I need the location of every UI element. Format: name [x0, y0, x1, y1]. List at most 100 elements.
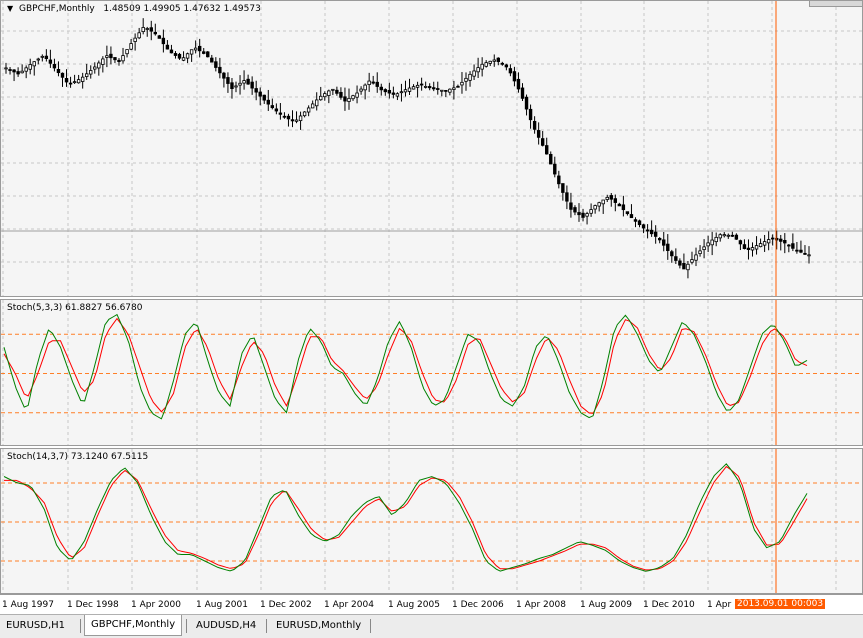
candle-body	[310, 103, 315, 109]
price-pane-header: ▼ GBPCHF,Monthly 1.48509 1.49905 1.47632…	[7, 4, 261, 14]
candle-body	[270, 105, 275, 109]
candle-body	[250, 81, 254, 89]
candle-body	[476, 67, 480, 73]
candle-body	[637, 220, 642, 226]
candle-body	[20, 70, 24, 74]
stoch2-indicator-pane[interactable]: Stoch(14,3,7) 73.1240 67.5115	[0, 448, 863, 594]
candle-body	[274, 108, 279, 112]
time-tick: 1 Apr 2008	[516, 600, 566, 610]
candle-body	[80, 76, 85, 82]
candle-body	[214, 61, 218, 68]
candle-body	[557, 175, 561, 185]
candle-body	[609, 195, 613, 200]
tab-divider	[266, 619, 267, 633]
candle-body	[12, 69, 16, 73]
candle-body	[85, 73, 89, 77]
candle-body	[573, 207, 577, 213]
candle-body	[64, 77, 69, 83]
candle-body	[480, 63, 484, 70]
candle-body	[371, 81, 375, 84]
tab-eurusd-monthly[interactable]: EURUSD,Monthly	[270, 617, 367, 634]
candle-body	[734, 234, 739, 240]
candle-body	[629, 214, 634, 219]
candle-body	[540, 138, 545, 146]
candle-body	[492, 59, 496, 62]
candle-body	[601, 199, 605, 205]
tab-audusd-h4[interactable]: AUDUSD,H4	[190, 617, 262, 634]
tab-divider	[80, 619, 81, 633]
candle-body	[234, 85, 238, 88]
candle-body	[315, 99, 319, 107]
candle-body	[238, 82, 242, 86]
candle-body	[165, 44, 170, 50]
candle-body	[210, 57, 214, 63]
candle-body	[496, 57, 500, 62]
time-tick: 1 Aug 2009	[580, 600, 632, 610]
candle-body	[193, 47, 198, 51]
candle-body	[528, 108, 533, 121]
candle-body	[653, 231, 658, 237]
candle-body	[545, 145, 549, 155]
candle-body	[391, 92, 396, 95]
candle-body	[565, 192, 569, 202]
candle-body	[762, 241, 767, 246]
time-tick: 1 Dec 1998	[67, 600, 119, 610]
time-tick: 1 Apr 2004	[324, 600, 374, 610]
tab-gbpchf-monthly[interactable]: GBPCHF,Monthly	[84, 615, 183, 636]
candle-body	[101, 58, 105, 65]
candle-body	[319, 95, 323, 101]
candle-body	[795, 249, 799, 252]
candle-body	[185, 53, 190, 59]
candle-body	[779, 238, 783, 242]
chart-tab-bar: EURUSD,H1 GBPCHF,Monthly AUDUSD,H4 EURUS…	[0, 614, 863, 638]
candle-body	[339, 91, 343, 98]
candle-body	[508, 68, 513, 74]
candle-body	[488, 60, 492, 64]
candle-body	[335, 89, 339, 94]
candle-body	[504, 64, 509, 68]
tab-divider	[370, 619, 371, 633]
candle-body	[395, 93, 400, 97]
candle-body	[347, 97, 351, 102]
candle-body	[411, 86, 416, 90]
candle-body	[553, 163, 557, 175]
candle-body	[258, 91, 262, 97]
candle-body	[294, 119, 299, 122]
candle-body	[4, 67, 8, 70]
candle-body	[419, 83, 424, 86]
candle-body	[766, 239, 771, 244]
candle-body	[89, 70, 93, 75]
candle-body	[36, 58, 40, 61]
time-tick: 1 Dec 2010	[643, 600, 695, 610]
candle-body	[375, 81, 379, 87]
price-chart-pane[interactable]: ▼ GBPCHF,Monthly 1.48509 1.49905 1.47632…	[0, 0, 863, 297]
time-tick: 1 Dec 2002	[260, 600, 312, 610]
candle-body	[286, 115, 291, 120]
candle-body	[351, 95, 355, 100]
candle-body	[359, 88, 363, 92]
candle-body	[383, 89, 388, 93]
triangle-down-icon[interactable]: ▼	[7, 4, 13, 13]
stoch1-indicator-pane[interactable]: Stoch(5,3,3) 61.8827 56.6780	[0, 299, 863, 446]
candle-body	[222, 72, 226, 79]
candle-body	[72, 81, 77, 84]
candle-body	[698, 250, 702, 255]
candle-body	[197, 45, 202, 52]
candle-body	[678, 260, 682, 266]
time-axis: 1 Aug 1997 1 Dec 1998 1 Apr 2000 1 Aug 2…	[0, 594, 863, 615]
candle-body	[472, 70, 476, 77]
tab-divider	[186, 619, 187, 633]
candle-body	[44, 55, 49, 60]
candle-body	[298, 115, 303, 122]
tab-eurusd-h1[interactable]: EURUSD,H1	[0, 617, 71, 634]
candle-body	[109, 53, 113, 59]
candle-body	[113, 57, 117, 61]
time-tick: 1 Aug 2005	[388, 600, 440, 610]
candle-body	[674, 256, 678, 261]
candle-body	[97, 62, 101, 69]
candle-body	[710, 239, 714, 246]
pane-corner-button[interactable]	[809, 1, 862, 7]
stoch1-lines	[1, 300, 862, 445]
candle-body	[512, 71, 517, 82]
candle-body	[783, 240, 787, 244]
